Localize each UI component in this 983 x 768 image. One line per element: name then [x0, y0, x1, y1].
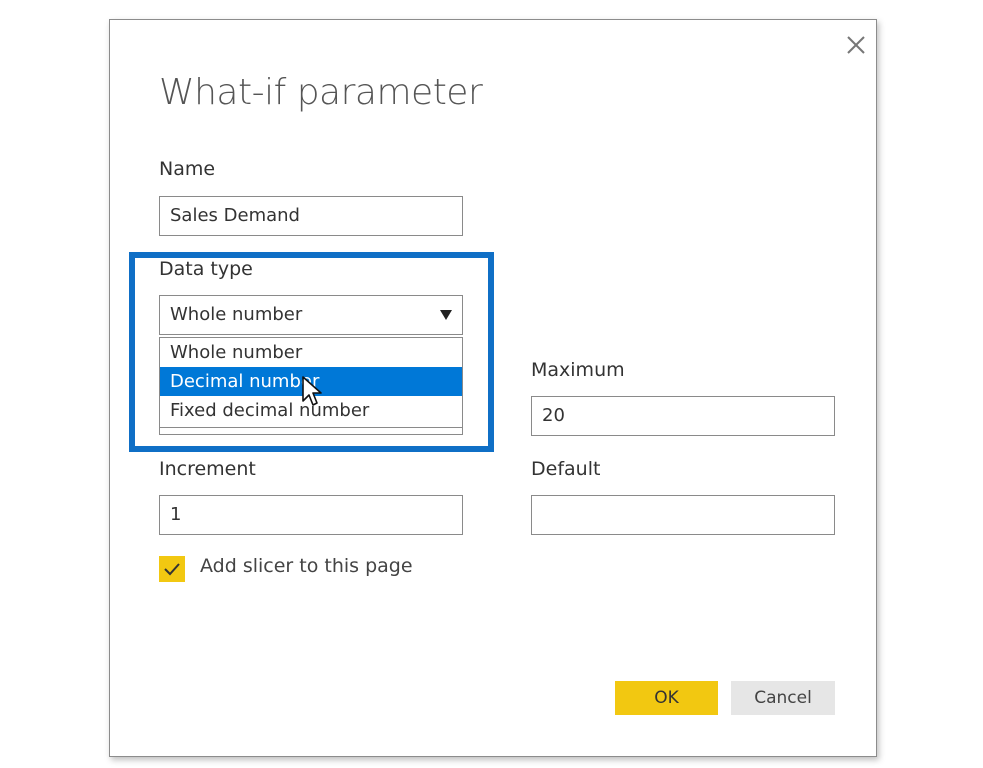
ok-button[interactable]: OK: [615, 681, 718, 715]
default-label: Default: [531, 458, 601, 480]
data-type-selected-value: Whole number: [170, 304, 303, 325]
dropdown-option-decimal-number[interactable]: Decimal number: [160, 367, 462, 396]
add-slicer-label: Add slicer to this page: [200, 555, 413, 577]
chevron-down-icon: [440, 310, 452, 320]
data-type-select[interactable]: Whole number: [159, 295, 463, 335]
name-label: Name: [159, 158, 216, 180]
dropdown-option-whole-number[interactable]: Whole number: [160, 338, 462, 367]
dialog-title: What-if parameter: [159, 72, 483, 113]
checkmark-icon: [164, 563, 180, 576]
increment-label: Increment: [159, 458, 256, 480]
name-input[interactable]: Sales Demand: [159, 196, 463, 236]
data-type-dropdown-list: Whole number Decimal number Fixed decima…: [159, 337, 463, 428]
close-icon[interactable]: [845, 34, 867, 56]
cancel-button[interactable]: Cancel: [731, 681, 835, 715]
maximum-label: Maximum: [531, 359, 625, 381]
maximum-input[interactable]: 20: [531, 396, 835, 436]
add-slicer-checkbox[interactable]: [159, 556, 185, 582]
data-type-label: Data type: [159, 258, 253, 280]
increment-input[interactable]: 1: [159, 495, 463, 535]
default-input[interactable]: [531, 495, 835, 535]
what-if-parameter-dialog: What-if parameter Name Sales Demand Data…: [109, 19, 877, 757]
dropdown-option-fixed-decimal-number[interactable]: Fixed decimal number: [160, 396, 462, 425]
